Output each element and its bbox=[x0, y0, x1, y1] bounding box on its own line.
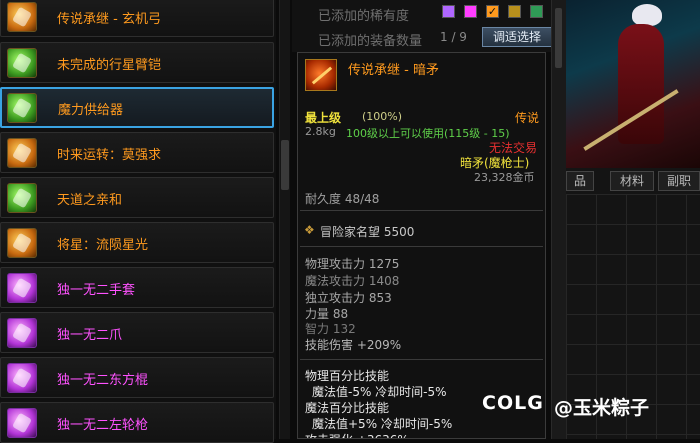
tab-sub-profession[interactable]: 副职 bbox=[658, 171, 700, 191]
list-scroll-thumb[interactable] bbox=[281, 140, 289, 190]
fame-emblem-icon: ❖ bbox=[304, 223, 315, 237]
tab-materials[interactable]: 材料 bbox=[610, 171, 654, 191]
list-item[interactable]: 天道之亲和 bbox=[0, 177, 274, 218]
tooltip-item-name: 传说承继 - 暗矛 bbox=[348, 63, 439, 78]
meteor-icon bbox=[7, 228, 37, 258]
stat-line: 独立攻击力 853 bbox=[305, 291, 392, 305]
tooltip-price: 23,328金币 bbox=[474, 171, 535, 184]
filter-panel: 已添加的稀有度 ✓ 已添加的装备数量 1 / 9 调适选择 bbox=[292, 0, 554, 52]
item-label: 魔力供给器 bbox=[58, 103, 124, 118]
rarity-swatch-epic[interactable] bbox=[508, 5, 521, 18]
stat-line: 魔法攻击力 1408 bbox=[305, 274, 400, 288]
tooltip-grade: 最上级 bbox=[305, 111, 342, 125]
watermark: COLG @玉米粽子 bbox=[482, 392, 694, 420]
stat-line: 智力 132 bbox=[305, 322, 356, 336]
count-value: 1 / 9 bbox=[440, 30, 467, 44]
item-label: 将星：流陨星光 bbox=[57, 238, 149, 253]
item-label: 独一无二手套 bbox=[57, 283, 136, 298]
rarity-swatch-green[interactable] bbox=[530, 5, 543, 18]
mana-supplier-icon bbox=[7, 93, 37, 123]
armguard-icon bbox=[7, 48, 37, 78]
item-label: 独一无二东方棍 bbox=[57, 373, 149, 388]
list-item[interactable]: 时来运转：莫强求 bbox=[0, 132, 274, 173]
affinity-icon bbox=[7, 183, 37, 213]
tooltip-level-req: 100级以上可以使用(115级 - 15) bbox=[346, 127, 510, 140]
claw-icon bbox=[7, 318, 37, 348]
tooltip-rarity: 传说 bbox=[515, 111, 540, 125]
option-line: 攻击强化 +3636% bbox=[305, 431, 409, 438]
list-item[interactable]: 独一无二手套 bbox=[0, 267, 274, 308]
fortune-icon bbox=[7, 138, 37, 168]
stat-line: 物理攻击力 1275 bbox=[305, 257, 400, 271]
option-line: 魔法值-5% 冷却时间-5% bbox=[312, 385, 447, 399]
gloves-icon bbox=[7, 273, 37, 303]
portrait-hair bbox=[632, 4, 662, 26]
tooltip-scrollbar[interactable] bbox=[551, 0, 566, 439]
count-label: 已添加的装备数量 bbox=[318, 34, 423, 49]
list-item[interactable]: 未完成的行星臂铠 bbox=[0, 42, 274, 83]
item-label: 时来运转：莫强求 bbox=[57, 148, 162, 163]
tooltip-durability: 耐久度 48/48 bbox=[305, 192, 380, 206]
divider bbox=[300, 210, 543, 211]
watermark-handle: @玉米粽子 bbox=[554, 397, 650, 419]
staff-icon bbox=[7, 363, 37, 393]
item-label: 未完成的行星臂铠 bbox=[57, 58, 162, 73]
list-item[interactable]: 独一无二东方棍 bbox=[0, 357, 274, 398]
list-item[interactable]: 独一无二爪 bbox=[0, 312, 274, 353]
list-item-selected[interactable]: 魔力供给器 bbox=[0, 87, 274, 128]
tooltip-grade-pct: (100%) bbox=[362, 110, 403, 123]
option-line: 魔法值+5% 冷却时间-5% bbox=[312, 417, 453, 431]
option-line: 魔法百分比技能 bbox=[305, 401, 390, 415]
list-scrollbar[interactable] bbox=[279, 0, 290, 439]
tooltip-weight: 2.8kg bbox=[305, 125, 336, 138]
divider bbox=[300, 359, 543, 360]
tooltip-scroll-thumb[interactable] bbox=[555, 8, 562, 68]
rarity-label: 已添加的稀有度 bbox=[318, 9, 410, 24]
divider bbox=[300, 246, 543, 247]
list-item[interactable]: 传说承继 - 玄机弓 bbox=[0, 0, 274, 37]
list-item[interactable]: 将星：流陨星光 bbox=[0, 222, 274, 263]
list-item[interactable]: 独一无二左轮枪 bbox=[0, 402, 274, 443]
item-list: 传说承继 - 玄机弓 未完成的行星臂铠 魔力供给器 时来运转：莫强求 天道之亲和… bbox=[0, 0, 276, 443]
item-label: 独一无二左轮枪 bbox=[57, 418, 149, 433]
rarity-swatch-purple[interactable] bbox=[442, 5, 455, 18]
rarity-swatch-legendary-checked[interactable]: ✓ bbox=[486, 5, 499, 18]
bow-icon bbox=[7, 2, 37, 32]
colg-logo: COLG bbox=[482, 392, 544, 414]
stat-line: 技能伤害 +209% bbox=[305, 338, 402, 352]
tooltip-fame: 冒险家名望 5500 bbox=[320, 225, 415, 239]
dark-spear-icon bbox=[305, 59, 337, 91]
character-portrait bbox=[566, 0, 700, 168]
rarity-swatch-pink[interactable] bbox=[464, 5, 477, 18]
inventory-tabs: 品 材料 副职 bbox=[566, 168, 700, 195]
revolver-icon bbox=[7, 408, 37, 438]
item-label: 独一无二爪 bbox=[57, 328, 123, 343]
item-label: 天道之亲和 bbox=[57, 193, 123, 208]
item-label: 传说承继 - 玄机弓 bbox=[57, 12, 161, 27]
tab-equipment[interactable]: 品 bbox=[566, 171, 594, 191]
adjust-selection-button[interactable]: 调适选择 bbox=[482, 27, 552, 47]
option-line: 物理百分比技能 bbox=[305, 369, 390, 383]
item-tooltip: 传说承继 - 暗矛 最上级 (100%) 传说 2.8kg 100级以上可以使用… bbox=[297, 52, 546, 439]
